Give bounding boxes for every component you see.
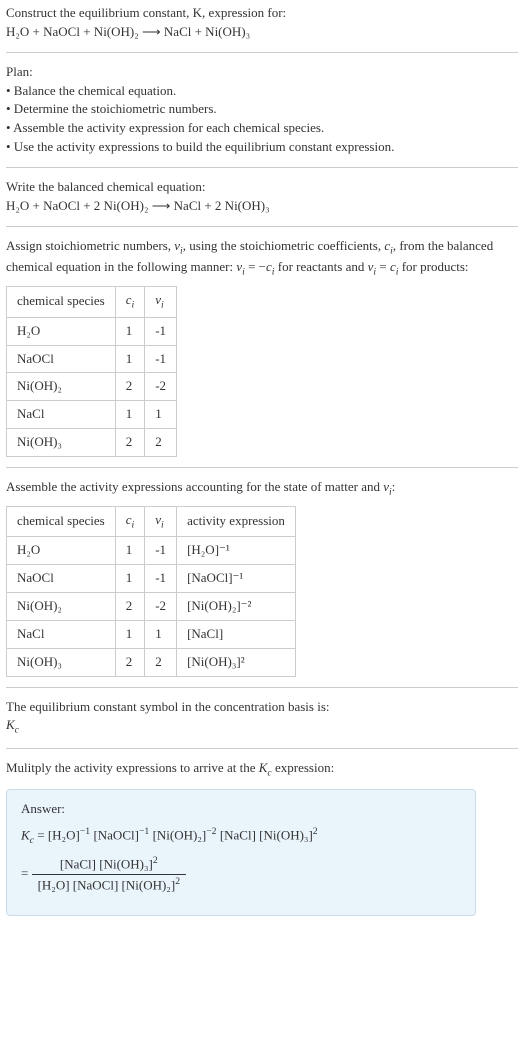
text: Assign stoichiometric numbers, [6,238,174,253]
cell: Ni(OH)₂ [7,593,116,621]
table-row: NaOCl1-1[NaOCl]⁻¹ [7,565,296,593]
table-row: Ni(OH)₂2-2[Ni(OH)₂]⁻² [7,593,296,621]
divider [6,226,518,227]
answer-label: Answer: [21,800,461,819]
col-ci: ci [115,506,145,537]
cell: NaOCl [7,565,116,593]
table-row: NaCl11[NaCl] [7,620,296,648]
balanced-title: Write the balanced chemical equation: [6,178,518,197]
fraction: [NaCl] [Ni(OH)₃]2 [H₂O] [NaOCl] [Ni(OH)₂… [32,854,186,895]
divider [6,167,518,168]
answer-line1: Kc = [H₂O]−1 [NaOCl]−1 [Ni(OH)₂]−2 [NaCl… [21,825,461,848]
assemble-paragraph: Assemble the activity expressions accoun… [6,478,518,500]
cell: [H₂O]⁻¹ [177,537,296,565]
cell: NaCl [7,620,116,648]
table-row: Ni(OH)₂2-2 [7,373,177,401]
balanced-equation: H₂O + NaOCl + 2 Ni(OH)₂ ⟶ NaCl + 2 Ni(OH… [6,197,518,216]
cell: 1 [115,565,145,593]
cell: 1 [145,401,177,429]
plan-title: Plan: [6,63,518,82]
unbalanced-equation: H₂O + NaOCl + Ni(OH)₂ ⟶ NaCl + Ni(OH)₃ [6,23,518,42]
cell: -2 [145,373,177,401]
cell: Ni(OH)₃ [7,429,116,457]
col-vi: νi [145,287,177,318]
divider [6,52,518,53]
divider [6,748,518,749]
text: for products: [398,259,468,274]
table-row: H₂O1-1[H₂O]⁻¹ [7,537,296,565]
cell: 2 [115,429,145,457]
cell: 1 [115,345,145,373]
cell: [NaCl] [177,620,296,648]
plan-item: • Balance the chemical equation. [6,82,518,101]
text: expression: [272,760,334,775]
text: Mulitply the activity expressions to arr… [6,760,259,775]
cell: Ni(OH)₂ [7,373,116,401]
intro-line1: Construct the equilibrium constant, K, e… [6,4,518,23]
eq-const-text: The equilibrium constant symbol in the c… [6,698,518,717]
table-header-row: chemical species ci νi activity expressi… [7,506,296,537]
col-species: chemical species [7,287,116,318]
cell: 1 [115,401,145,429]
text: Assemble the activity expressions accoun… [6,479,383,494]
cell: 2 [115,593,145,621]
answer-line2: = [NaCl] [Ni(OH)₃]2 [H₂O] [NaOCl] [Ni(OH… [21,854,461,895]
cell: 1 [115,317,145,345]
cell: Ni(OH)₃ [7,648,116,676]
cell: -2 [145,593,177,621]
table-row: NaCl11 [7,401,177,429]
cell: -1 [145,565,177,593]
table-row: NaOCl1-1 [7,345,177,373]
cell: H₂O [7,537,116,565]
text: for reactants and [275,259,368,274]
answer-box: Answer: Kc = [H₂O]−1 [NaOCl]−1 [Ni(OH)₂]… [6,789,476,916]
fraction-numerator: [NaCl] [Ni(OH)₃]2 [32,854,186,875]
cell: 1 [115,537,145,565]
col-species: chemical species [7,506,116,537]
table-row: Ni(OH)₃22[Ni(OH)₃]² [7,648,296,676]
kc-sub: c [15,725,19,736]
table-row: Ni(OH)₃22 [7,429,177,457]
assign-paragraph: Assign stoichiometric numbers, νi, using… [6,237,518,280]
fraction-denominator: [H₂O] [NaOCl] [Ni(OH)₂]2 [32,875,186,895]
cell: NaCl [7,401,116,429]
cell: [Ni(OH)₂]⁻² [177,593,296,621]
cell: -1 [145,345,177,373]
plan-item: • Assemble the activity expression for e… [6,119,518,138]
cell: -1 [145,537,177,565]
cell: 2 [115,373,145,401]
text: : [392,479,396,494]
cell: 1 [115,620,145,648]
cell: [Ni(OH)₃]² [177,648,296,676]
activity-table: chemical species ci νi activity expressi… [6,506,296,677]
text: , using the stoichiometric coefficients, [183,238,385,253]
kc-symbol: Kc [6,716,518,738]
kc-letter: K [6,717,15,732]
plan-item: • Use the activity expressions to build … [6,138,518,157]
plan-item: • Determine the stoichiometric numbers. [6,100,518,119]
cell: NaOCl [7,345,116,373]
cell: -1 [145,317,177,345]
stoichiometry-table: chemical species ci νi H₂O1-1 NaOCl1-1 N… [6,286,177,457]
table-header-row: chemical species ci νi [7,287,177,318]
cell: H₂O [7,317,116,345]
divider [6,687,518,688]
cell: [NaOCl]⁻¹ [177,565,296,593]
cell: 2 [145,429,177,457]
divider [6,467,518,468]
col-activity: activity expression [177,506,296,537]
cell: 1 [145,620,177,648]
cell: 2 [115,648,145,676]
table-row: H₂O1-1 [7,317,177,345]
col-vi: νi [145,506,177,537]
cell: 2 [145,648,177,676]
multiply-paragraph: Mulitply the activity expressions to arr… [6,759,518,781]
col-ci: ci [115,287,145,318]
